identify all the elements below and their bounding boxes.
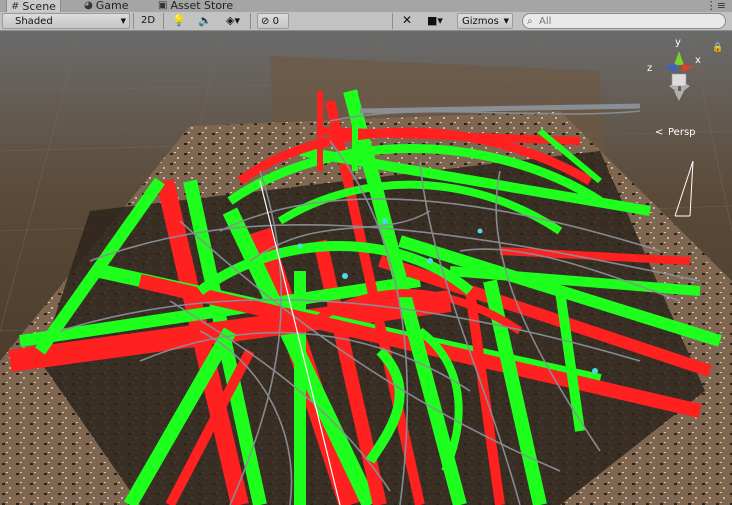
dropdown-arrow-icon: ▼ (503, 17, 509, 25)
gizmos-dropdown[interactable]: Gizmos ▼ (457, 13, 513, 29)
projection-toggle[interactable]: Persp (668, 127, 696, 138)
toolbar-divider (392, 13, 393, 29)
search-placeholder: All (539, 16, 552, 27)
tab-asset-store[interactable]: ▣ Asset Store (154, 0, 237, 12)
dropdown-arrow-icon: ▼ (120, 17, 126, 25)
gizmo-x-label: x (695, 55, 701, 66)
gizmos-label: Gizmos (462, 16, 499, 27)
scene-toolbar: Shaded ▼ 2D 💡 🔈 ◈▾ ⊘ 0 ✕ ■▾ Gizmos ▼ ⌕ A… (0, 12, 732, 31)
pacman-icon: ◕ (84, 0, 93, 11)
search-icon: ⌕ (527, 16, 533, 27)
perspective-icon: < (655, 127, 663, 138)
toolbar-divider (133, 13, 134, 29)
shading-mode-value: Shaded (15, 16, 53, 27)
toolbar-divider (250, 13, 251, 29)
toolbar-divider (163, 13, 164, 29)
tab-game[interactable]: ◕ Game (80, 0, 132, 12)
hidden-objects-count: 0 (272, 16, 279, 27)
store-bag-icon: ▣ (158, 0, 168, 11)
window-menu-icon[interactable]: ⋮≡ (706, 0, 726, 11)
hidden-objects-toggle[interactable]: ⊘ 0 (257, 13, 289, 29)
scene-effects-icon[interactable]: ◈▾ (222, 13, 244, 29)
scene-search-input[interactable]: ⌕ All (522, 13, 726, 29)
gizmo-center-cube[interactable] (671, 73, 687, 87)
eye-slash-icon: ⊘ (261, 16, 270, 27)
tab-game-label: Game (95, 0, 129, 12)
2d-mode-toggle[interactable]: 2D (137, 13, 159, 29)
shading-mode-dropdown[interactable]: Shaded ▼ (2, 13, 130, 29)
gizmo-z-label: z (647, 63, 652, 74)
tab-scene-label: Scene (22, 0, 56, 13)
scene-viewport[interactable]: y x z 🔒 < Persp (0, 31, 732, 505)
gizmo-y-label: y (675, 37, 681, 48)
tab-asset-store-label: Asset Store (170, 0, 234, 12)
grid-icon: # (11, 0, 20, 12)
lock-icon[interactable]: 🔒 (712, 42, 723, 53)
scene-lighting-icon[interactable]: 💡 (171, 13, 187, 29)
tools-icon[interactable]: ✕ (398, 13, 416, 29)
camera-settings-icon[interactable]: ■▾ (427, 13, 451, 29)
scene-audio-icon[interactable]: 🔈 (196, 13, 214, 29)
